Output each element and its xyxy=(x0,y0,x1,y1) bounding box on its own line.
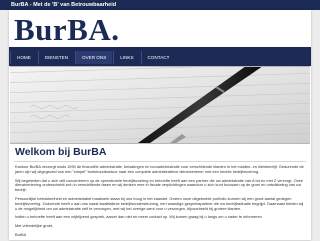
page-container: BurBA. HOME DIENSTEN OVER ONS LINKS CONT… xyxy=(9,10,311,240)
main-nav: HOME DIENSTEN OVER ONS LINKS CONTACT xyxy=(9,49,311,66)
services-paragraph: Wij begeleiden dat u zich wilt concentre… xyxy=(15,177,303,193)
greeting-text: Met vriendelijke groet, xyxy=(15,222,54,228)
approach-paragraph: Persoonlijke betrokkenheid en administra… xyxy=(15,195,304,211)
nav-item-contact[interactable]: CONTACT xyxy=(140,51,176,64)
nav-item-links[interactable]: LINKS xyxy=(113,51,140,64)
header: BurBA. xyxy=(9,10,311,47)
nav-item-over-ons[interactable]: OVER ONS xyxy=(75,51,113,64)
site-logo[interactable]: BurBA. xyxy=(14,14,120,45)
intro-paragraph: Kantoor BurBA verzorgt sinds 1990 de fin… xyxy=(15,164,304,174)
nav-item-diensten[interactable]: DIENSTEN xyxy=(37,51,75,64)
nav-item-home[interactable]: HOME xyxy=(10,51,37,64)
hero-image xyxy=(10,66,310,144)
page-title: Welkom bij BurBA xyxy=(15,146,107,158)
main-content: Kantoor BurBA verzorgt sinds 1990 de fin… xyxy=(15,164,305,241)
signature-text: BurBA xyxy=(15,231,27,237)
site-tagline: BurBA - Met de 'B' van Betrouwbaarheid xyxy=(0,0,320,10)
pen-on-paper-image xyxy=(10,67,310,143)
title-divider xyxy=(14,161,306,162)
contact-paragraph: Indien u behoefte heeft aan een vrijblij… xyxy=(15,214,263,220)
